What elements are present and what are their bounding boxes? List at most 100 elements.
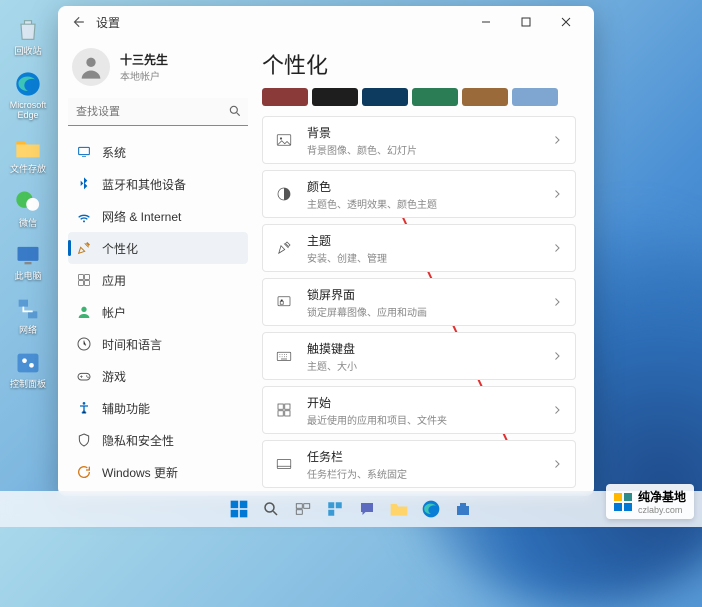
sidebar-item-label: 隐私和安全性 [102, 432, 174, 449]
background-icon [275, 131, 293, 149]
recycle-bin-icon [13, 15, 43, 45]
card-sub: 任务栏行为、系统固定 [307, 466, 551, 481]
theme-thumbnail[interactable] [262, 88, 308, 106]
desktop-icon-edge[interactable]: Microsoft Edge [3, 69, 53, 121]
chevron-right-icon [551, 134, 563, 146]
content-area: 个性化 背景 背景图像、颜色、幻灯片 颜色 主题色、透明效果、颜色主题 主题 安… [258, 38, 594, 496]
theme-thumbnail[interactable] [412, 88, 458, 106]
card-sub: 主题色、透明效果、颜色主题 [307, 196, 551, 211]
chevron-right-icon [551, 458, 563, 470]
sidebar-item-label: 辅助功能 [102, 400, 150, 417]
chat-icon[interactable] [353, 495, 381, 523]
apps-icon [76, 272, 92, 288]
card-sub: 安装、创建、管理 [307, 250, 551, 265]
card-title: 主题 [307, 232, 551, 249]
card-sub: 最近使用的应用和项目、文件夹 [307, 412, 551, 427]
minimize-button[interactable] [466, 7, 506, 37]
card-touch-keyboard[interactable]: 触摸键盘 主题、大小 [262, 332, 576, 380]
lockscreen-icon [275, 293, 293, 311]
taskbar-icon [275, 455, 293, 473]
back-button[interactable] [66, 10, 90, 34]
search-box [68, 98, 248, 126]
taskbar [0, 491, 702, 527]
card-colors[interactable]: 颜色 主题色、透明效果、颜色主题 [262, 170, 576, 218]
watermark-logo-icon [614, 493, 632, 511]
card-start[interactable]: 开始 最近使用的应用和项目、文件夹 [262, 386, 576, 434]
store-icon[interactable] [449, 495, 477, 523]
start-icon [275, 401, 293, 419]
desktop-icon-network[interactable]: 网络 [3, 294, 53, 336]
network-icon [13, 294, 43, 324]
taskbar-edge-icon[interactable] [417, 495, 445, 523]
network-icon [76, 208, 92, 224]
user-account-row[interactable]: 十三先生 本地帐户 [68, 42, 248, 96]
card-title: 背景 [307, 124, 551, 141]
desktop-icons: 回收站 Microsoft Edge 文件存放 微信 此电脑 网络 控制面板 [3, 15, 53, 390]
accounts-icon [76, 304, 92, 320]
taskbar-search-icon[interactable] [257, 495, 285, 523]
card-background[interactable]: 背景 背景图像、颜色、幻灯片 [262, 116, 576, 164]
accessibility-icon [76, 400, 92, 416]
touch-keyboard-icon [275, 347, 293, 365]
theme-thumbnail[interactable] [362, 88, 408, 106]
sidebar-item-system[interactable]: 系统 [68, 136, 248, 168]
sidebar-item-label: 时间和语言 [102, 336, 162, 353]
sidebar-item-label: 个性化 [102, 240, 138, 257]
sidebar-item-bluetooth[interactable]: 蓝牙和其他设备 [68, 168, 248, 200]
sidebar-item-network[interactable]: 网络 & Internet [68, 200, 248, 232]
sidebar-item-gaming[interactable]: 游戏 [68, 360, 248, 392]
sidebar-item-label: 帐户 [102, 304, 126, 321]
desktop-icon-folder[interactable]: 文件存放 [3, 133, 53, 175]
card-themes[interactable]: 主题 安装、创建、管理 [262, 224, 576, 272]
desktop-icon-control-panel[interactable]: 控制面板 [3, 348, 53, 390]
sidebar-item-apps[interactable]: 应用 [68, 264, 248, 296]
search-input[interactable] [68, 98, 248, 126]
settings-window: 设置 十三先生 本地帐户 系统蓝牙和其他设备网络 & Internet 个性化应用… [58, 6, 594, 496]
sidebar-item-update[interactable]: Windows 更新 [68, 456, 248, 488]
control-panel-icon [13, 348, 43, 378]
sidebar-item-time[interactable]: 时间和语言 [68, 328, 248, 360]
card-sub: 主题、大小 [307, 358, 551, 373]
sidebar-item-label: 网络 & Internet [102, 208, 181, 225]
close-button[interactable] [546, 7, 586, 37]
theme-thumbnail[interactable] [512, 88, 558, 106]
sidebar: 十三先生 本地帐户 系统蓝牙和其他设备网络 & Internet 个性化应用帐户时… [58, 38, 258, 496]
privacy-icon [76, 432, 92, 448]
bluetooth-icon [76, 176, 92, 192]
chevron-right-icon [551, 188, 563, 200]
theme-thumbnail[interactable] [462, 88, 508, 106]
wechat-icon [13, 187, 43, 217]
theme-strip [262, 88, 576, 106]
card-lockscreen[interactable]: 锁屏界面 锁定屏幕图像、应用和动画 [262, 278, 576, 326]
gaming-icon [76, 368, 92, 384]
card-title: 开始 [307, 394, 551, 411]
user-name: 十三先生 [120, 51, 168, 68]
theme-thumbnail[interactable] [312, 88, 358, 106]
card-taskbar[interactable]: 任务栏 任务栏行为、系统固定 [262, 440, 576, 488]
watermark-brand: 纯净基地 [638, 490, 686, 504]
titlebar: 设置 [58, 6, 594, 38]
card-title: 锁屏界面 [307, 286, 551, 303]
time-icon [76, 336, 92, 352]
card-sub: 背景图像、颜色、幻灯片 [307, 142, 551, 157]
sidebar-item-label: 系统 [102, 144, 126, 161]
widgets-icon[interactable] [321, 495, 349, 523]
sidebar-item-label: 蓝牙和其他设备 [102, 176, 186, 193]
start-button[interactable] [225, 495, 253, 523]
maximize-button[interactable] [506, 7, 546, 37]
search-icon [228, 104, 242, 118]
chevron-right-icon [551, 404, 563, 416]
folder-icon [13, 133, 43, 163]
card-sub: 锁定屏幕图像、应用和动画 [307, 304, 551, 319]
sidebar-item-privacy[interactable]: 隐私和安全性 [68, 424, 248, 456]
card-title: 颜色 [307, 178, 551, 195]
sidebar-item-accounts[interactable]: 帐户 [68, 296, 248, 328]
explorer-icon[interactable] [385, 495, 413, 523]
task-view-icon[interactable] [289, 495, 317, 523]
desktop-icon-this-pc[interactable]: 此电脑 [3, 240, 53, 282]
sidebar-item-personalization[interactable]: 个性化 [68, 232, 248, 264]
sidebar-item-label: 游戏 [102, 368, 126, 385]
desktop-icon-recycle-bin[interactable]: 回收站 [3, 15, 53, 57]
sidebar-item-accessibility[interactable]: 辅助功能 [68, 392, 248, 424]
desktop-icon-wechat[interactable]: 微信 [3, 187, 53, 229]
